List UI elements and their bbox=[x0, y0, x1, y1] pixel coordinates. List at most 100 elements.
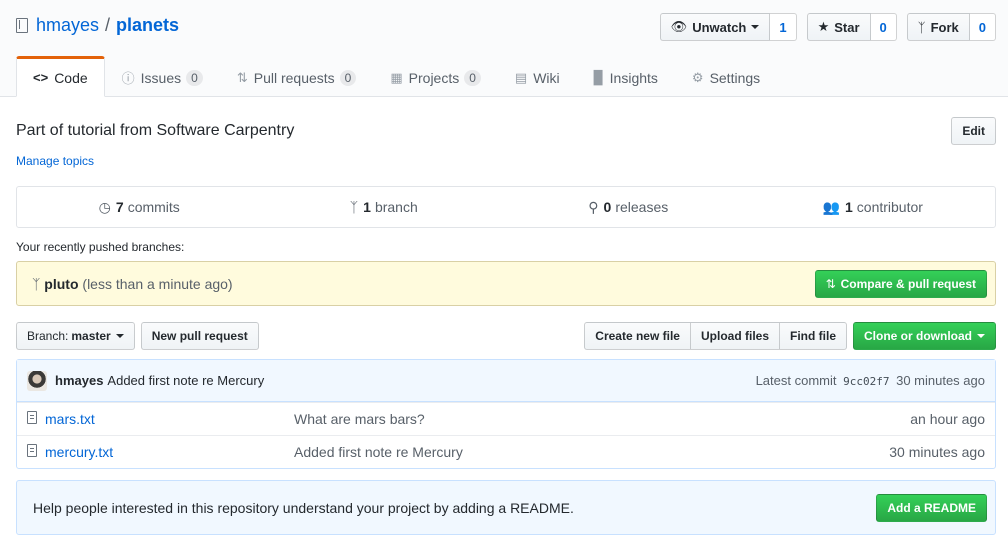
repo-description: Part of tutorial from Software Carpentry bbox=[16, 122, 295, 139]
star-icon: ★ bbox=[817, 19, 830, 34]
recent-branches-label: Your recently pushed branches: bbox=[16, 240, 185, 254]
branches-count: 1 bbox=[363, 199, 371, 215]
commit-author[interactable]: hmayes bbox=[55, 373, 103, 388]
avatar[interactable] bbox=[27, 370, 47, 391]
recent-branch-name: pluto bbox=[44, 275, 79, 292]
commits-summary[interactable]: ◷ 7 commits bbox=[17, 187, 262, 227]
path-separator: / bbox=[105, 15, 111, 35]
numbers-summary: ◷ 7 commits ᛉ 1 branch ⚲ 0 releases 👥 1 … bbox=[16, 186, 996, 228]
upload-files-button[interactable]: Upload files bbox=[689, 322, 780, 350]
branch-icon: ᛉ bbox=[349, 199, 359, 215]
chevron-down-icon bbox=[977, 334, 985, 338]
eye-icon: 👁 bbox=[670, 19, 688, 34]
tab-label: Code bbox=[54, 69, 88, 86]
clone-label: Clone or download bbox=[864, 329, 972, 343]
file-table: hmayes Added first note re Mercury Lates… bbox=[16, 359, 996, 469]
tab-label: Pull requests bbox=[253, 69, 335, 86]
file-age: an hour ago bbox=[910, 411, 985, 427]
recent-branch-time: (less than a minute ago) bbox=[82, 275, 233, 292]
history-icon: ◷ bbox=[98, 198, 111, 215]
fork-button[interactable]: ᛉ Fork bbox=[906, 13, 970, 41]
contributors-summary[interactable]: 👥 1 contributor bbox=[751, 187, 996, 227]
description-row: Part of tutorial from Software Carpentry… bbox=[16, 117, 996, 145]
issue-icon: ⓘ bbox=[121, 71, 135, 86]
repo-owner-link[interactable]: hmayes bbox=[36, 15, 99, 36]
people-icon: 👥 bbox=[822, 198, 840, 215]
tab-insights[interactable]: ▉ Insights bbox=[577, 56, 675, 97]
stars-count[interactable]: 0 bbox=[870, 13, 897, 41]
latest-commit-prefix: Latest commit bbox=[755, 373, 837, 388]
branches-summary[interactable]: ᛉ 1 branch bbox=[262, 187, 507, 227]
tab-label: Wiki bbox=[533, 69, 560, 86]
add-readme-button[interactable]: Add a README bbox=[876, 493, 987, 522]
watch-label: Unwatch bbox=[692, 19, 747, 35]
file-nav-right: Create new file Upload files Find file C… bbox=[584, 322, 996, 350]
tab-projects[interactable]: ▦ Projects 0 bbox=[373, 56, 498, 97]
tab-counter: 0 bbox=[339, 69, 357, 86]
clone-or-download-button[interactable]: Clone or download bbox=[853, 322, 996, 350]
recent-branch-flash: ᛉ pluto (less than a minute ago) ⇅ Compa… bbox=[16, 261, 996, 306]
table-row: mars.txt What are mars bars? an hour ago bbox=[17, 402, 995, 435]
releases-label: releases bbox=[615, 199, 669, 215]
repo-icon bbox=[16, 18, 28, 33]
edit-description-button[interactable]: Edit bbox=[951, 117, 996, 145]
tab-settings[interactable]: ⚙ Settings bbox=[675, 56, 777, 97]
file-icon bbox=[27, 444, 45, 460]
graph-icon: ▉ bbox=[593, 69, 604, 85]
fork-group: ᛉ Fork 0 bbox=[906, 13, 996, 41]
tab-wiki[interactable]: ▤ Wiki bbox=[498, 56, 577, 97]
star-group: ★ Star 0 bbox=[806, 13, 897, 41]
book-icon: ▤ bbox=[514, 69, 528, 85]
tab-pull-requests[interactable]: ⇅ Pull requests 0 bbox=[220, 56, 374, 97]
tab-issues[interactable]: ⓘ Issues 0 bbox=[105, 56, 220, 97]
watch-group: 👁 Unwatch 1 bbox=[659, 13, 797, 41]
code-icon: <> bbox=[33, 70, 49, 85]
commits-count: 7 bbox=[115, 199, 124, 215]
watch-button[interactable]: 👁 Unwatch bbox=[659, 13, 771, 41]
project-icon: ▦ bbox=[390, 69, 403, 85]
watchers-count[interactable]: 1 bbox=[770, 13, 797, 41]
commit-time: 30 minutes ago bbox=[896, 373, 985, 388]
branch-prefix: Branch: bbox=[27, 329, 69, 343]
find-file-button[interactable]: Find file bbox=[779, 322, 847, 350]
tab-counter: 0 bbox=[186, 69, 203, 86]
commit-sha[interactable]: 9cc02f7 bbox=[843, 375, 889, 388]
file-actions-group: Create new file Upload files Find file bbox=[584, 322, 847, 350]
pull-request-icon: ⇅ bbox=[825, 276, 836, 291]
chevron-down-icon bbox=[751, 25, 760, 29]
file-age: 30 minutes ago bbox=[889, 444, 985, 460]
manage-topics-link[interactable]: Manage topics bbox=[16, 154, 996, 168]
pagehead-actions: 👁 Unwatch 1 ★ Star 0 ᛉ Fork 0 bbox=[659, 13, 996, 41]
file-name-link[interactable]: mars.txt bbox=[45, 411, 294, 427]
file-nav-left: Branch: master New pull request bbox=[16, 322, 259, 350]
repo-name-link[interactable]: planets bbox=[116, 15, 179, 36]
repo-title: hmayes / planets bbox=[16, 15, 179, 36]
readme-prompt: Help people interested in this repositor… bbox=[16, 480, 996, 535]
recent-branch: ᛉ pluto (less than a minute ago) bbox=[32, 276, 233, 292]
chevron-down-icon bbox=[115, 334, 124, 338]
branch-select-menu[interactable]: Branch: master bbox=[16, 322, 135, 350]
repo-header: hmayes / planets 👁 Unwatch 1 ★ Star 0 ᛉ … bbox=[0, 0, 1008, 97]
commit-meta: Latest commit 9cc02f7 30 minutes ago bbox=[756, 373, 985, 388]
tab-code[interactable]: <> Code bbox=[16, 56, 105, 97]
file-icon bbox=[27, 411, 45, 427]
file-commit-message[interactable]: Added first note re Mercury bbox=[294, 444, 889, 460]
file-name-link[interactable]: mercury.txt bbox=[45, 444, 294, 460]
fork-label: Fork bbox=[930, 19, 959, 35]
star-button[interactable]: ★ Star bbox=[806, 13, 871, 41]
repo-nav-tabs: <> Code ⓘ Issues 0 ⇅ Pull requests 0 ▦ P… bbox=[16, 56, 777, 97]
new-pull-request-button[interactable]: New pull request bbox=[140, 322, 259, 350]
create-new-file-button[interactable]: Create new file bbox=[584, 322, 691, 350]
forks-count[interactable]: 0 bbox=[969, 13, 996, 41]
file-commit-message[interactable]: What are mars bars? bbox=[294, 411, 910, 427]
compare-pull-request-button[interactable]: ⇅ Compare & pull request bbox=[814, 269, 987, 298]
releases-summary[interactable]: ⚲ 0 releases bbox=[506, 187, 751, 227]
branches-label: branch bbox=[374, 199, 418, 215]
tab-label: Issues bbox=[140, 69, 182, 86]
commits-label: commits bbox=[127, 199, 180, 215]
branch-icon: ᛉ bbox=[32, 275, 41, 292]
contributors-label: contributor bbox=[856, 199, 923, 215]
star-label: Star bbox=[834, 19, 860, 35]
commit-message[interactable]: Added first note re Mercury bbox=[107, 373, 264, 388]
contributors-count: 1 bbox=[844, 199, 853, 215]
